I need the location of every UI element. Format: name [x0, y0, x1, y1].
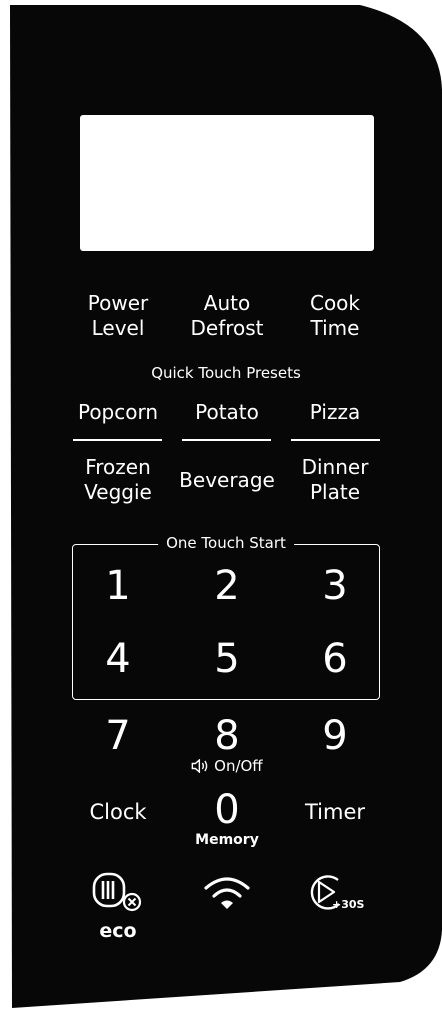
display-screen: [80, 115, 374, 251]
key-9[interactable]: 9: [322, 714, 347, 758]
speaker-icon: [191, 758, 208, 774]
key-7[interactable]: 7: [105, 714, 130, 758]
key-0[interactable]: 0: [214, 788, 239, 832]
pizza-button[interactable]: Pizza: [310, 400, 360, 425]
auto-defrost-button[interactable]: Auto Defrost: [190, 291, 263, 341]
key-8[interactable]: 8: [214, 714, 239, 758]
key-6[interactable]: 6: [322, 637, 347, 681]
eco-door-icon: [92, 872, 142, 912]
timer-label: Timer: [304, 800, 366, 824]
potato-label: Potato: [195, 400, 259, 424]
divider-popcorn: [73, 439, 162, 441]
start-plus30-button[interactable]: +30S: [306, 872, 364, 920]
timer-button[interactable]: Timer: [305, 800, 365, 825]
cook-time-label: Cook Time: [309, 291, 361, 340]
key-3[interactable]: 3: [322, 564, 347, 608]
pizza-label: Pizza: [309, 400, 361, 424]
sound-toggle-label: On/Off: [214, 757, 263, 775]
beverage-label: Beverage: [179, 468, 275, 492]
popcorn-button[interactable]: Popcorn: [78, 400, 158, 425]
key-2[interactable]: 2: [214, 564, 239, 608]
dinner-plate-button[interactable]: Dinner Plate: [302, 455, 369, 505]
divider-potato: [182, 439, 271, 441]
wifi-icon: [204, 877, 250, 909]
divider-pizza: [291, 439, 380, 441]
wifi-button[interactable]: [203, 876, 251, 916]
frozen-veggie-button[interactable]: Frozen Veggie: [84, 455, 152, 505]
eco-label: eco: [99, 920, 137, 942]
power-level-label: Power Level: [87, 291, 149, 340]
key-1[interactable]: 1: [105, 564, 130, 608]
quick-touch-title: Quick Touch Presets: [151, 364, 301, 382]
eco-button[interactable]: [92, 872, 146, 916]
microwave-control-panel: Power Level Auto Defrost Cook Time Quick…: [0, 0, 442, 1012]
sound-toggle-caption: On/Off: [191, 757, 263, 775]
memory-label: Memory: [195, 832, 259, 848]
key-4[interactable]: 4: [105, 637, 130, 681]
key-5[interactable]: 5: [214, 637, 239, 681]
power-level-button[interactable]: Power Level: [88, 291, 148, 341]
auto-defrost-label: Auto Defrost: [190, 291, 264, 340]
one-touch-start-title: One Touch Start: [158, 534, 294, 552]
potato-button[interactable]: Potato: [195, 400, 259, 425]
clock-label: Clock: [89, 800, 147, 824]
popcorn-label: Popcorn: [77, 400, 159, 424]
cook-time-button[interactable]: Cook Time: [310, 291, 360, 341]
clock-button[interactable]: Clock: [89, 800, 146, 825]
frozen-veggie-label: Frozen Veggie: [84, 455, 152, 504]
plus30-label: +30S: [332, 898, 365, 911]
beverage-button[interactable]: Beverage: [179, 468, 275, 493]
dinner-plate-label: Dinner Plate: [301, 455, 369, 504]
